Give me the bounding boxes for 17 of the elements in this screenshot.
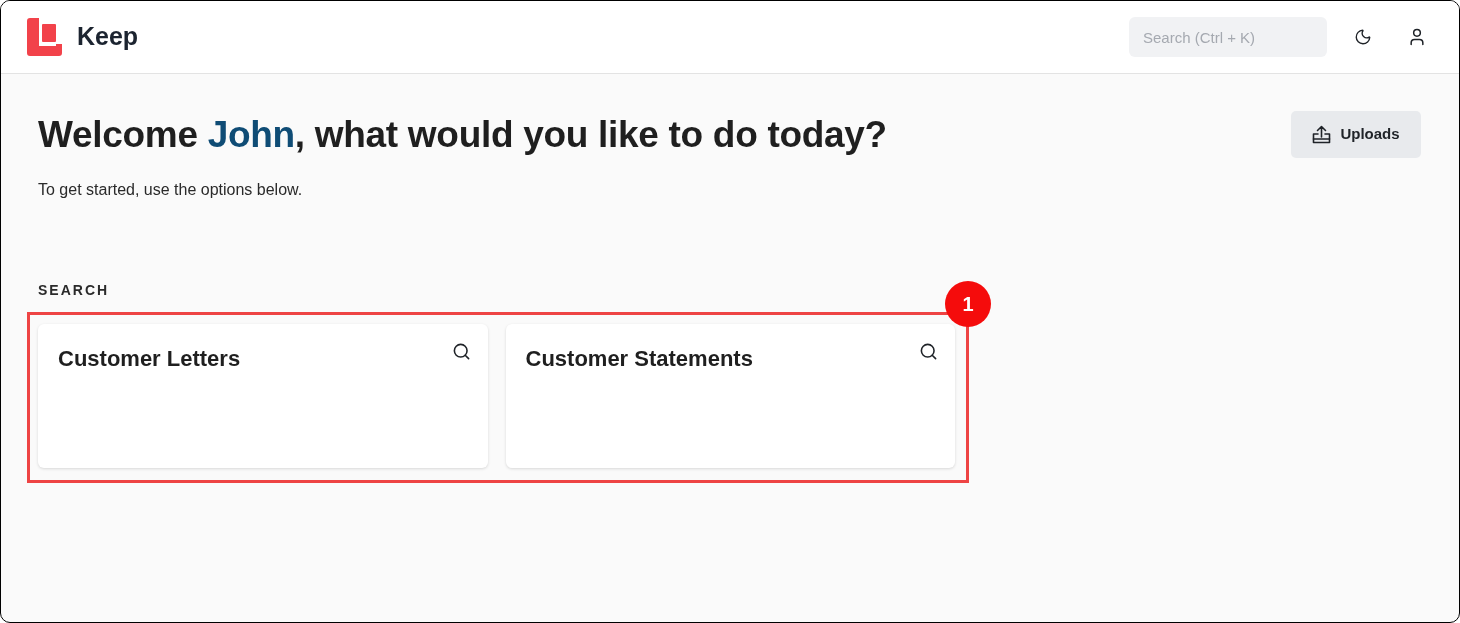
section-label: SEARCH xyxy=(38,281,110,299)
search-field[interactable]: Search (Ctrl + K) xyxy=(1129,17,1327,57)
uploads-button[interactable]: Uploads xyxy=(1291,111,1421,158)
search-card[interactable]: Customer Statements xyxy=(505,324,955,468)
moon-icon xyxy=(1354,28,1372,46)
card-title: Customer Letters xyxy=(58,345,241,373)
user-icon xyxy=(1407,27,1427,47)
search-icon xyxy=(451,342,471,361)
upload-icon xyxy=(1312,125,1332,144)
step-badge: 1 xyxy=(945,281,991,327)
search-card[interactable]: Customer Letters xyxy=(38,324,488,468)
logo-icon xyxy=(27,18,62,56)
welcome-subtitle: To get started, use the options below. xyxy=(38,180,304,200)
app-name: Keep xyxy=(77,21,139,53)
search-icon xyxy=(919,342,938,361)
welcome-heading: Welcome John, what would you like to do today? xyxy=(38,113,887,157)
card-title: Customer Statements xyxy=(525,345,753,373)
